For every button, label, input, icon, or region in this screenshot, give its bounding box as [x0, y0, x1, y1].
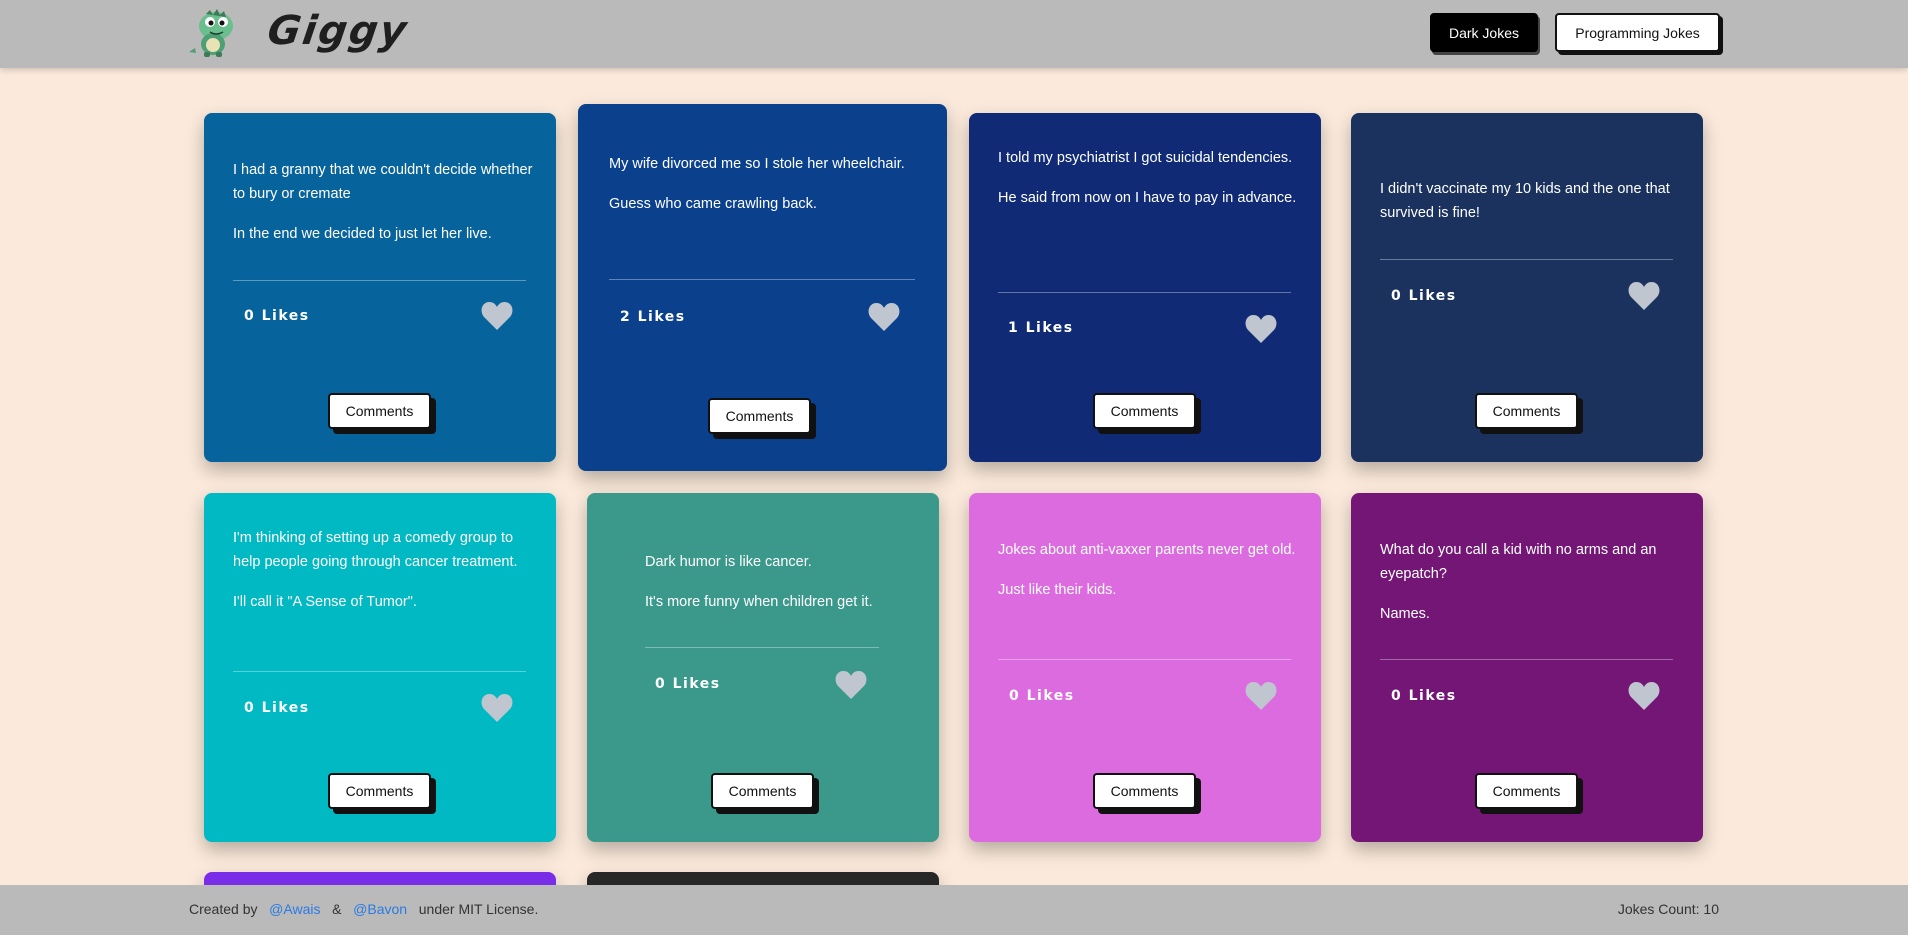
- heart-icon[interactable]: [1245, 681, 1277, 711]
- joke-setup: My wife divorced me so I stole her wheel…: [609, 156, 905, 172]
- comments-button[interactable]: Comments: [328, 773, 431, 809]
- heart-icon[interactable]: [868, 302, 900, 332]
- joke-card: Jokes about anti-vaxxer parents never ge…: [969, 493, 1321, 842]
- likes-count: 0 Likes: [244, 308, 310, 324]
- created-by-label: Created by: [189, 901, 258, 917]
- joke-text: I told my psychiatrist I got suicidal te…: [998, 146, 1298, 210]
- footer-credits: Created by @Awais & @Bavon under MIT Lic…: [189, 901, 538, 917]
- joke-punchline: It's more funny when children get it.: [645, 594, 873, 610]
- joke-text: Dark humor is like cancer. It's more fun…: [645, 550, 915, 614]
- dinosaur-logo-icon[interactable]: [186, 8, 242, 58]
- joke-setup: Dark humor is like cancer.: [645, 554, 812, 570]
- joke-card: Dark humor is like cancer. It's more fun…: [587, 493, 939, 842]
- footer: Created by @Awais & @Bavon under MIT Lic…: [0, 885, 1908, 935]
- joke-punchline: In the end we decided to just let her li…: [233, 226, 492, 242]
- author-link-awais[interactable]: @Awais: [269, 901, 320, 917]
- divider: [1380, 659, 1673, 660]
- joke-setup: I told my psychiatrist I got suicidal te…: [998, 150, 1293, 166]
- divider: [998, 292, 1291, 293]
- likes-count: 0 Likes: [655, 676, 721, 692]
- joke-punchline: I'll call it "A Sense of Tumor".: [233, 594, 417, 610]
- likes-count: 0 Likes: [1009, 688, 1075, 704]
- likes-count: 1 Likes: [1008, 320, 1074, 336]
- brand-name[interactable]: Giggy: [265, 8, 411, 54]
- joke-punchline: He said from now on I have to pay in adv…: [998, 190, 1297, 206]
- comments-button[interactable]: Comments: [1093, 773, 1196, 809]
- heart-icon[interactable]: [1245, 314, 1277, 344]
- divider: [998, 659, 1291, 660]
- joke-punchline: Just like their kids.: [998, 582, 1117, 598]
- joke-card: What do you call a kid with no arms and …: [1351, 493, 1703, 842]
- divider: [609, 279, 915, 280]
- likes-count: 0 Likes: [1391, 288, 1457, 304]
- ampersand: &: [332, 901, 342, 917]
- heart-icon[interactable]: [481, 693, 513, 723]
- joke-text: I had a granny that we couldn't decide w…: [233, 158, 533, 246]
- header: Giggy Dark Jokes Programming Jokes: [0, 0, 1908, 68]
- jokes-count: Jokes Count: 10: [1617, 901, 1719, 917]
- joke-card: I told my psychiatrist I got suicidal te…: [969, 113, 1321, 462]
- programming-jokes-button[interactable]: Programming Jokes: [1555, 13, 1720, 52]
- joke-punchline: Guess who came crawling back.: [609, 196, 817, 212]
- joke-setup: I had a granny that we couldn't decide w…: [233, 162, 533, 202]
- comments-button[interactable]: Comments: [1475, 773, 1578, 809]
- joke-card: I had a granny that we couldn't decide w…: [204, 113, 556, 462]
- joke-card: I'm thinking of setting up a comedy grou…: [204, 493, 556, 842]
- comments-button[interactable]: Comments: [1093, 393, 1196, 429]
- joke-card: My wife divorced me so I stole her wheel…: [578, 104, 947, 471]
- joke-setup: What do you call a kid with no arms and …: [1380, 542, 1657, 582]
- joke-card: I didn't vaccinate my 10 kids and the on…: [1351, 113, 1703, 462]
- divider: [233, 280, 526, 281]
- heart-icon[interactable]: [835, 670, 867, 700]
- license-text: under MIT License.: [418, 901, 539, 917]
- comments-button[interactable]: Comments: [708, 398, 811, 434]
- likes-count: 2 Likes: [620, 309, 686, 325]
- joke-setup: I'm thinking of setting up a comedy grou…: [233, 530, 518, 570]
- joke-text: I'm thinking of setting up a comedy grou…: [233, 526, 533, 614]
- heart-icon[interactable]: [1628, 681, 1660, 711]
- joke-setup: I didn't vaccinate my 10 kids and the on…: [1380, 181, 1670, 221]
- joke-text: What do you call a kid with no arms and …: [1380, 538, 1680, 626]
- joke-text: Jokes about anti-vaxxer parents never ge…: [998, 538, 1298, 602]
- joke-text: I didn't vaccinate my 10 kids and the on…: [1380, 177, 1680, 225]
- comments-button[interactable]: Comments: [1475, 393, 1578, 429]
- comments-button[interactable]: Comments: [328, 393, 431, 429]
- joke-setup: Jokes about anti-vaxxer parents never ge…: [998, 542, 1296, 558]
- divider: [233, 671, 526, 672]
- author-link-bavon[interactable]: @Bavon: [353, 901, 407, 917]
- heart-icon[interactable]: [481, 301, 513, 331]
- comments-button[interactable]: Comments: [711, 773, 814, 809]
- joke-text: My wife divorced me so I stole her wheel…: [609, 152, 909, 216]
- divider: [645, 647, 879, 648]
- dark-jokes-button[interactable]: Dark Jokes: [1430, 13, 1538, 52]
- likes-count: 0 Likes: [244, 700, 310, 716]
- joke-punchline: Names.: [1380, 606, 1430, 622]
- heart-icon[interactable]: [1628, 281, 1660, 311]
- likes-count: 0 Likes: [1391, 688, 1457, 704]
- divider: [1380, 259, 1673, 260]
